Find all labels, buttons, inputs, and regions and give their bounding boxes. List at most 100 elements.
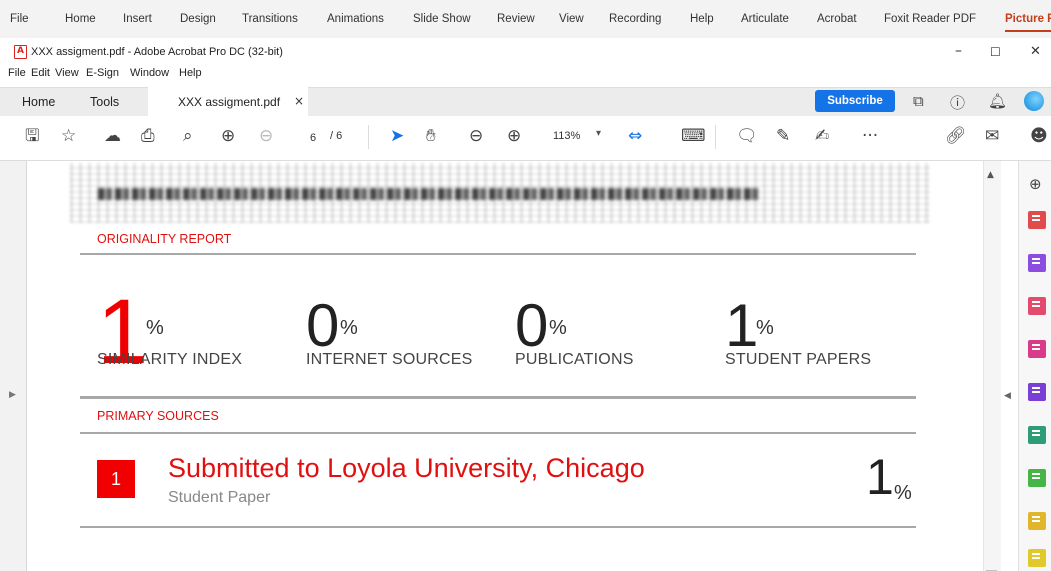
- ribbon-tab-view[interactable]: View: [559, 13, 584, 25]
- source-match-unit: %: [894, 482, 912, 504]
- upload-cloud-icon[interactable]: ☁: [104, 126, 121, 146]
- ribbon-tab-insert[interactable]: Insert: [123, 13, 152, 25]
- more-tools-icon[interactable]: ···: [862, 126, 878, 146]
- menu-file[interactable]: File: [8, 67, 26, 79]
- student-papers-value: 1: [725, 292, 759, 359]
- organize-pages-icon[interactable]: [1028, 297, 1046, 315]
- link-icon[interactable]: 🔗︎: [945, 126, 967, 146]
- zoom-dropdown-chevron-icon[interactable]: ▾: [596, 128, 601, 139]
- ribbon-tab-picture-format[interactable]: Picture F: [1005, 13, 1051, 32]
- scroll-up-arrow-icon[interactable]: ▲: [987, 170, 994, 180]
- notifications-bell-icon[interactable]: 🔔︎: [988, 92, 1007, 110]
- powerpoint-ribbon: File Home Insert Design Transitions Anim…: [0, 0, 1051, 39]
- ribbon-tab-review[interactable]: Review: [497, 13, 535, 25]
- hand-tool-icon[interactable]: ✋︎: [426, 126, 436, 146]
- zoom-in-icon[interactable]: ⊕: [507, 126, 521, 146]
- sources-bottom-divider: [80, 526, 916, 528]
- menu-e-sign[interactable]: E-Sign: [86, 67, 119, 79]
- sources-divider: [80, 432, 916, 434]
- send-for-review-icon[interactable]: [1028, 426, 1046, 444]
- create-pdf-icon[interactable]: [1028, 211, 1046, 229]
- window-title: XXX assigment.pdf - Adobe Acrobat Pro DC…: [31, 46, 283, 58]
- report-divider: [80, 253, 916, 255]
- collapse-right-panel-icon[interactable]: ◀: [1004, 391, 1011, 401]
- menu-help[interactable]: Help: [179, 67, 202, 79]
- ribbon-tab-home[interactable]: Home: [65, 13, 96, 25]
- toolbar-divider: [715, 125, 716, 149]
- page-total: / 6: [330, 130, 343, 142]
- source-type: Student Paper: [168, 489, 271, 506]
- publications-value: 0: [515, 292, 549, 359]
- maximize-button[interactable]: ☐: [990, 45, 1001, 59]
- ribbon-tab-acrobat[interactable]: Acrobat: [817, 13, 857, 25]
- tab-tools[interactable]: Tools: [90, 95, 119, 109]
- ribbon-tab-foxit[interactable]: Foxit Reader PDF: [884, 13, 976, 25]
- publications-label: PUBLICATIONS: [515, 351, 634, 368]
- ribbon-tab-file[interactable]: File: [10, 13, 29, 25]
- ribbon-tab-articulate[interactable]: Articulate: [741, 13, 789, 25]
- comment-icon[interactable]: 🗨︎: [736, 126, 758, 146]
- close-window-button[interactable]: ✕: [1030, 44, 1041, 59]
- select-pointer-icon[interactable]: ➤: [390, 126, 404, 146]
- ribbon-tab-slide-show[interactable]: Slide Show: [413, 13, 471, 25]
- previous-page-icon[interactable]: ⊕: [221, 126, 235, 146]
- student-papers-unit: %: [756, 317, 774, 339]
- internet-sources-value: 0: [306, 292, 340, 359]
- source-match-value: 1: [866, 449, 894, 505]
- next-page-icon: ⊖: [259, 126, 274, 146]
- expand-left-panel-icon[interactable]: ▶: [9, 390, 16, 400]
- scrolling-mode-icon[interactable]: ⌨: [681, 126, 706, 146]
- bookmark-star-icon[interactable]: ☆: [61, 126, 76, 146]
- ribbon-tab-animations[interactable]: Animations: [327, 13, 384, 25]
- minimize-button[interactable]: –: [955, 43, 962, 59]
- ribbon-tab-help[interactable]: Help: [690, 13, 714, 25]
- email-icon[interactable]: ✉: [985, 126, 999, 146]
- ribbon-tab-recording[interactable]: Recording: [609, 13, 661, 25]
- vertical-scrollbar[interactable]: [983, 161, 1001, 571]
- user-avatar[interactable]: [1024, 91, 1044, 111]
- ribbon-tab-design[interactable]: Design: [180, 13, 216, 25]
- source-title: Submitted to Loyola University, Chicago: [168, 453, 645, 483]
- zoom-level-value[interactable]: 113%: [553, 130, 580, 142]
- menu-edit[interactable]: Edit: [31, 67, 50, 79]
- blurred-document-title: [98, 188, 758, 200]
- stamp-icon[interactable]: [1028, 512, 1046, 530]
- acrobat-toolbar: [0, 116, 1051, 161]
- comment-tool-icon[interactable]: [1028, 549, 1046, 567]
- originality-report-label: ORIGINALITY REPORT: [97, 232, 232, 246]
- report-divider: [80, 396, 916, 399]
- page-number-input[interactable]: [300, 129, 326, 147]
- edit-pdf-icon[interactable]: [1028, 340, 1046, 358]
- close-tab-icon[interactable]: ×: [294, 94, 304, 108]
- fit-page-icon[interactable]: ⇔: [628, 126, 642, 146]
- source-rank-badge: 1: [97, 460, 135, 498]
- left-navigation-strip: [0, 161, 27, 571]
- toolbar-divider: [368, 125, 369, 149]
- save-icon[interactable]: 🖫: [25, 126, 39, 146]
- menu-view[interactable]: View: [55, 67, 79, 79]
- student-papers-label: STUDENT PAPERS: [725, 351, 872, 368]
- menu-bar: File Edit View E-Sign Window Help: [0, 65, 1051, 83]
- highlight-pen-icon[interactable]: ✎: [776, 126, 790, 146]
- sign-icon[interactable]: ✍: [815, 126, 829, 146]
- print-icon[interactable]: ⎙: [141, 126, 155, 146]
- subscribe-button[interactable]: Subscribe: [815, 90, 895, 112]
- similarity-index-label: SIMILARITY INDEX: [97, 351, 243, 368]
- similarity-index-unit: %: [146, 317, 164, 339]
- internet-sources-label: INTERNET SOURCES: [306, 351, 473, 368]
- zoom-out-icon[interactable]: ⊖: [469, 126, 483, 146]
- help-icon[interactable]: ⓘ: [950, 92, 965, 113]
- document-tab-label: XXX assigment.pdf: [178, 95, 281, 109]
- search-tools-icon[interactable]: ⊕: [1029, 174, 1042, 194]
- share-screen-icon[interactable]: ⧉: [913, 92, 924, 110]
- internet-sources-unit: %: [340, 317, 358, 339]
- publications-unit: %: [549, 317, 567, 339]
- add-user-icon[interactable]: ☻: [1030, 126, 1048, 146]
- ribbon-tab-transitions[interactable]: Transitions: [242, 13, 298, 25]
- tab-home[interactable]: Home: [22, 95, 55, 109]
- menu-window[interactable]: Window: [130, 67, 169, 79]
- fill-sign-icon[interactable]: [1028, 383, 1046, 401]
- export-pdf-icon[interactable]: [1028, 254, 1046, 272]
- compare-files-icon[interactable]: [1028, 469, 1046, 487]
- zoom-search-icon[interactable]: ⌕: [183, 126, 193, 146]
